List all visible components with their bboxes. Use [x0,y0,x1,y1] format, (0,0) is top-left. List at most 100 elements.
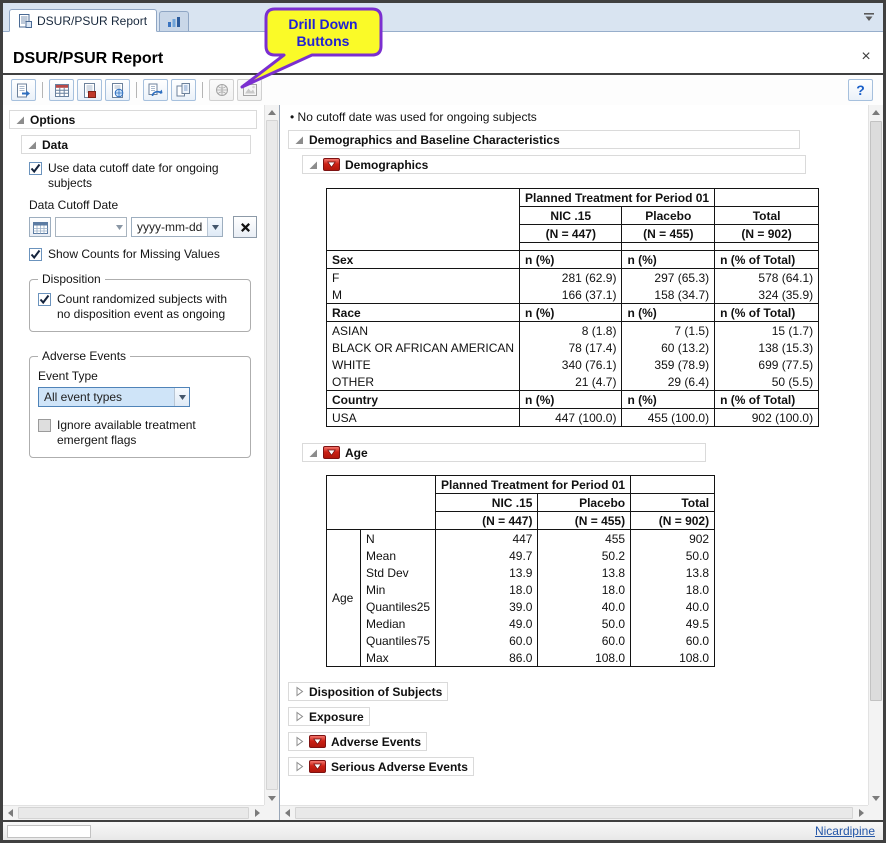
scroll-up-button[interactable] [265,105,279,119]
date-format-select[interactable]: yyyy-mm-dd [131,217,223,237]
table-row: Median49.050.049.5 [327,615,715,632]
options-vertical-scrollbar[interactable] [264,105,279,805]
tab-dsur-psur-report[interactable]: DSUR/PSUR Report [9,9,157,32]
section-demographics-baseline[interactable]: Demographics and Baseline Characteristic… [288,130,800,149]
table-cell: Quantiles75 [361,632,436,649]
section-demographics[interactable]: Demographics [302,155,806,174]
drill-down-button[interactable] [309,735,326,748]
table-cell: NIC .15 [520,207,622,225]
table-cell: 18.0 [538,581,631,598]
save-report-icon [16,83,31,98]
calendar-button[interactable] [29,217,51,237]
table-cell: 13.8 [538,564,631,581]
options-outline-header[interactable]: Options [9,110,257,129]
scroll-down-button[interactable] [869,791,883,805]
table-cell: Mean [361,547,436,564]
pdf-report-button[interactable] [77,79,102,101]
drill-down-button[interactable] [323,446,340,459]
table-cell: Median [361,615,436,632]
ongoing-label: Count randomized subjects with no dispos… [57,292,242,322]
rerun-report-button[interactable] [171,79,196,101]
disclosure-open-icon[interactable] [294,135,304,145]
demographics-table: Planned Treatment for Period 01NIC .15Pl… [326,188,819,427]
scroll-right-button[interactable] [250,806,264,820]
refresh-report-button[interactable] [143,79,168,101]
table-row: Countryn (%)n (%)n (% of Total) [327,391,819,409]
table-cell: n (%) [622,391,715,409]
use-cutoff-checkbox[interactable] [29,162,42,175]
table-row: OTHER21 (4.7)29 (6.4)50 (5.5) [327,373,819,391]
date-input[interactable] [55,217,127,237]
disclosure-open-icon[interactable] [27,140,37,150]
drill-down-button[interactable] [323,158,340,171]
table-row: Planned Treatment for Period 01 [327,476,715,494]
callout-text-line2: Buttons [297,33,350,49]
ignore-flags-checkbox[interactable] [38,419,51,432]
scroll-down-button[interactable] [265,791,279,805]
section-disposition-of-subjects[interactable]: Disposition of Subjects [288,682,448,701]
title-bar: DSUR/PSUR Report × [3,32,883,73]
table-cell: 49.7 [436,547,538,564]
table-cell: Min [361,581,436,598]
event-type-select[interactable]: All event types [38,387,190,407]
disclosure-closed-icon[interactable] [294,711,304,722]
scroll-right-button[interactable] [854,806,868,820]
options-panel-content: Options Data Use data cutoff date for on… [3,105,264,805]
table-cell: 49.5 [631,615,715,632]
scrollbar-thumb[interactable] [266,120,278,790]
age-table: Planned Treatment for Period 01NIC .15Pl… [326,475,715,667]
save-report-button[interactable] [11,79,36,101]
data-table-button[interactable] [49,79,74,101]
disclosure-closed-icon[interactable] [294,686,304,697]
date-row: yyyy-mm-dd [29,216,260,238]
missing-values-label: Show Counts for Missing Values [48,247,220,262]
scroll-up-button[interactable] [869,105,883,119]
section-serious-adverse-events[interactable]: Serious Adverse Events [288,757,474,776]
disclosure-open-icon[interactable] [308,448,318,458]
scrollbar-corner [868,805,883,820]
section-age[interactable]: Age [302,443,706,462]
table-cell: Placebo [538,494,631,512]
table-cell: OTHER [327,373,520,391]
report-vertical-scrollbar[interactable] [868,105,883,805]
table-cell: (N = 447) [436,512,538,530]
table-row: Quantiles2539.040.040.0 [327,598,715,615]
scroll-left-button[interactable] [3,806,17,820]
table-cell: Sex [327,251,520,269]
ongoing-checkbox[interactable] [38,293,51,306]
options-title: Options [30,113,75,127]
table-row: Mean49.750.250.0 [327,547,715,564]
dataset-link[interactable]: Nicardipine [815,824,875,838]
chevron-down-icon [174,388,189,406]
table-row: M166 (37.1)158 (34.7)324 (35.9) [327,286,819,304]
table-cell: 455 [538,530,631,548]
report-horizontal-scrollbar[interactable] [280,805,868,820]
section-adverse-events[interactable]: Adverse Events [288,732,427,751]
refresh-report-icon [148,83,163,97]
demographics-table-container: Planned Treatment for Period 01NIC .15Pl… [326,188,868,427]
section-exposure[interactable]: Exposure [288,707,370,726]
tab-chart[interactable] [159,11,189,31]
disclosure-open-icon[interactable] [15,115,25,125]
scrollbar-thumb[interactable] [870,121,882,701]
disclosure-open-icon[interactable] [308,160,318,170]
data-outline-header[interactable]: Data [21,135,251,154]
drill-down-button[interactable] [309,760,326,773]
table-row: AgeN447455902 [327,530,715,548]
table-cell: 13.8 [631,564,715,581]
disclosure-closed-icon[interactable] [294,761,304,772]
scrollbar-thumb[interactable] [295,807,853,819]
clear-date-button[interactable] [233,216,257,238]
disclosure-closed-icon[interactable] [294,736,304,747]
help-button[interactable]: ? [848,79,873,101]
web-report-button[interactable] [105,79,130,101]
scrollbar-thumb[interactable] [18,807,249,819]
close-button[interactable]: × [858,49,874,65]
table-cell: Country [327,391,520,409]
table-cell: 447 [436,530,538,548]
options-horizontal-scrollbar[interactable] [3,805,264,820]
table-cell: 39.0 [436,598,538,615]
toolbar-collapse-button[interactable] [863,12,877,23]
scroll-left-button[interactable] [280,806,294,820]
missing-values-checkbox[interactable] [29,248,42,261]
